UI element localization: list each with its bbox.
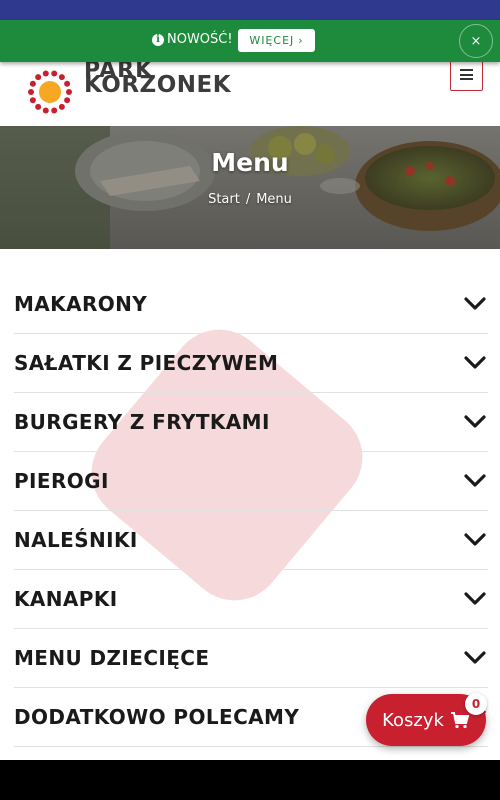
category-label: BURGERY Z FRYTKAMI [14,410,270,434]
category-list: MAKARONY SAŁATKI Z PIECZYWEM BURGERY Z FRY… [14,275,488,747]
page: PARK i NOWOŚĆ! WIĘCEJ › × KORZONEK Menu … [0,0,500,760]
cart-label: Koszyk [382,709,444,731]
chevron-down-icon [464,474,486,487]
notice-text: NOWOŚĆ! [167,32,233,47]
category-item[interactable]: PIEROGI [14,452,488,511]
cart-icon [450,712,470,729]
category-item[interactable]: BURGERY Z FRYTKAMI [14,393,488,452]
hero-photo [0,126,500,249]
chevron-down-icon [464,415,486,428]
category-label: DODATKOWO POLECAMY [14,705,300,729]
chevron-down-icon [464,297,486,310]
notice-more-button[interactable]: WIĘCEJ › [238,29,315,52]
chevron-down-icon [464,533,486,546]
top-strip [0,0,500,20]
category-label: KANAPKI [14,587,118,611]
category-label: NALEŚNIKI [14,528,138,552]
logo-sun-icon[interactable] [26,68,74,116]
notice-more-label: WIĘCEJ [249,34,295,47]
logo-text[interactable]: KORZONEK [84,72,231,98]
breadcrumb-current: Menu [256,192,292,207]
page-title: Menu [211,148,289,177]
breadcrumb-separator: / [245,192,251,207]
notice-close-button[interactable]: × [459,24,493,58]
category-item[interactable]: MAKARONY [14,275,488,334]
category-item[interactable]: MENU DZIECIĘCE [14,629,488,688]
hamburger-icon [460,69,473,80]
category-label: PIEROGI [14,469,109,493]
hero-banner: Menu Start / Menu [0,126,500,249]
chevron-down-icon [464,651,486,664]
category-item[interactable]: NALEŚNIKI [14,511,488,570]
category-item[interactable]: KANAPKI [14,570,488,629]
category-label: SAŁATKI Z PIECZYWEM [14,351,279,375]
category-item[interactable]: SAŁATKI Z PIECZYWEM [14,334,488,393]
chevron-down-icon [464,356,486,369]
chevron-right-icon: › [298,34,304,47]
info-icon: i [152,34,164,46]
notice-bar: i NOWOŚĆ! WIĘCEJ › [0,20,500,62]
category-label: MAKARONY [14,292,148,316]
cart-count-badge: 0 [465,693,487,715]
close-icon: × [470,33,482,49]
category-label: MENU DZIECIĘCE [14,646,210,670]
menu-toggle-button[interactable] [450,58,483,91]
chevron-down-icon [464,592,486,605]
breadcrumb-home-link[interactable]: Start [208,192,240,207]
breadcrumb: Start / Menu [0,192,500,207]
